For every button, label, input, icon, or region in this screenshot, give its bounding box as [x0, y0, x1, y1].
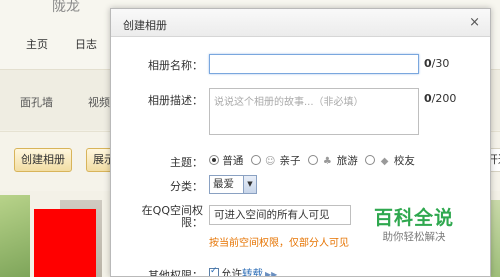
- album-description-textarea[interactable]: [209, 88, 419, 135]
- create-album-dialog: 创建相册 × 相册名称： 0/30 相册描述： 0/200 主题： 普通 ☺ 亲…: [110, 8, 491, 277]
- chevron-down-icon[interactable]: ▼: [243, 176, 256, 193]
- baby-icon: ☺: [264, 156, 276, 167]
- allow-repost-checkbox[interactable]: [209, 266, 219, 276]
- watermark-subtitle: 助你轻松解决: [382, 231, 446, 243]
- permission-note: 按当前空间权限，仅部分人可见: [209, 238, 349, 249]
- subtab-video[interactable]: 视频: [88, 94, 110, 110]
- qzone-permission-label-line2: 限：: [181, 216, 203, 229]
- other-permission-label: 其他权限：: [148, 269, 203, 277]
- theme-option-normal[interactable]: 普通: [209, 153, 243, 168]
- theme-option-label: 旅游: [336, 155, 358, 167]
- category-label: 分类：: [170, 180, 203, 193]
- subtab-face-wall[interactable]: 面孔墙: [20, 94, 53, 110]
- theme-option-label: 亲子: [279, 155, 301, 167]
- allow-repost-option: 允许转载▶▶: [209, 266, 277, 277]
- theme-option-parenting[interactable]: ☺ 亲子: [250, 153, 301, 168]
- theme-radio-group: 普通 ☺ 亲子 ♣ 旅游 ◆ 校友: [209, 153, 419, 168]
- palm-tree-icon: ♣: [322, 156, 332, 167]
- album-description-count: 0: [424, 92, 432, 105]
- album-name-count: 0: [424, 57, 432, 70]
- close-icon[interactable]: ×: [469, 15, 480, 30]
- info-arrow-icon[interactable]: ▶▶: [265, 270, 277, 276]
- theme-option-alumni[interactable]: ◆ 校友: [365, 153, 415, 168]
- nav-blog[interactable]: 日志: [75, 36, 97, 52]
- theme-radio-travel[interactable]: [308, 155, 319, 165]
- album-name-counter: 0/30: [424, 57, 449, 70]
- theme-option-travel[interactable]: ♣ 旅游: [308, 153, 358, 168]
- album-description-counter: 0/200: [424, 92, 456, 105]
- theme-radio-parenting[interactable]: [250, 155, 261, 165]
- theme-radio-alumni[interactable]: [365, 155, 376, 165]
- site-logo: 陇龙: [52, 0, 80, 15]
- graduation-cap-icon: ◆: [380, 156, 389, 167]
- watermark-title: 百科全说: [373, 207, 454, 229]
- album-cover-image[interactable]: [0, 195, 30, 277]
- dialog-title: 创建相册: [123, 19, 167, 32]
- album-name-input[interactable]: [209, 54, 419, 74]
- theme-label: 主题：: [170, 156, 203, 169]
- repost-link[interactable]: 转载: [242, 268, 263, 276]
- category-select[interactable]: 最爱 ▼: [209, 175, 257, 194]
- permission-select[interactable]: 可进入空间的所有人可见: [209, 205, 351, 225]
- album-description-label: 相册描述：: [148, 94, 203, 107]
- qzone-permission-label: 在QQ空间权 限：: [142, 205, 203, 229]
- album-name-max: /30: [431, 57, 450, 70]
- allow-text: 允许: [221, 268, 242, 277]
- category-selected-value: 最爱: [213, 178, 234, 190]
- theme-option-label: 普通: [222, 155, 244, 167]
- redaction-block: [34, 209, 96, 277]
- album-name-label: 相册名称：: [148, 59, 203, 72]
- dialog-titlebar: 创建相册 ×: [111, 9, 490, 37]
- album-description-max: /200: [431, 92, 457, 105]
- watermark: 百科全说 助你轻松解决: [359, 207, 469, 245]
- theme-radio-normal[interactable]: [209, 155, 219, 165]
- nav-home[interactable]: 主页: [26, 36, 48, 52]
- create-album-button[interactable]: 创建相册: [14, 148, 72, 172]
- theme-option-label: 校友: [393, 155, 415, 167]
